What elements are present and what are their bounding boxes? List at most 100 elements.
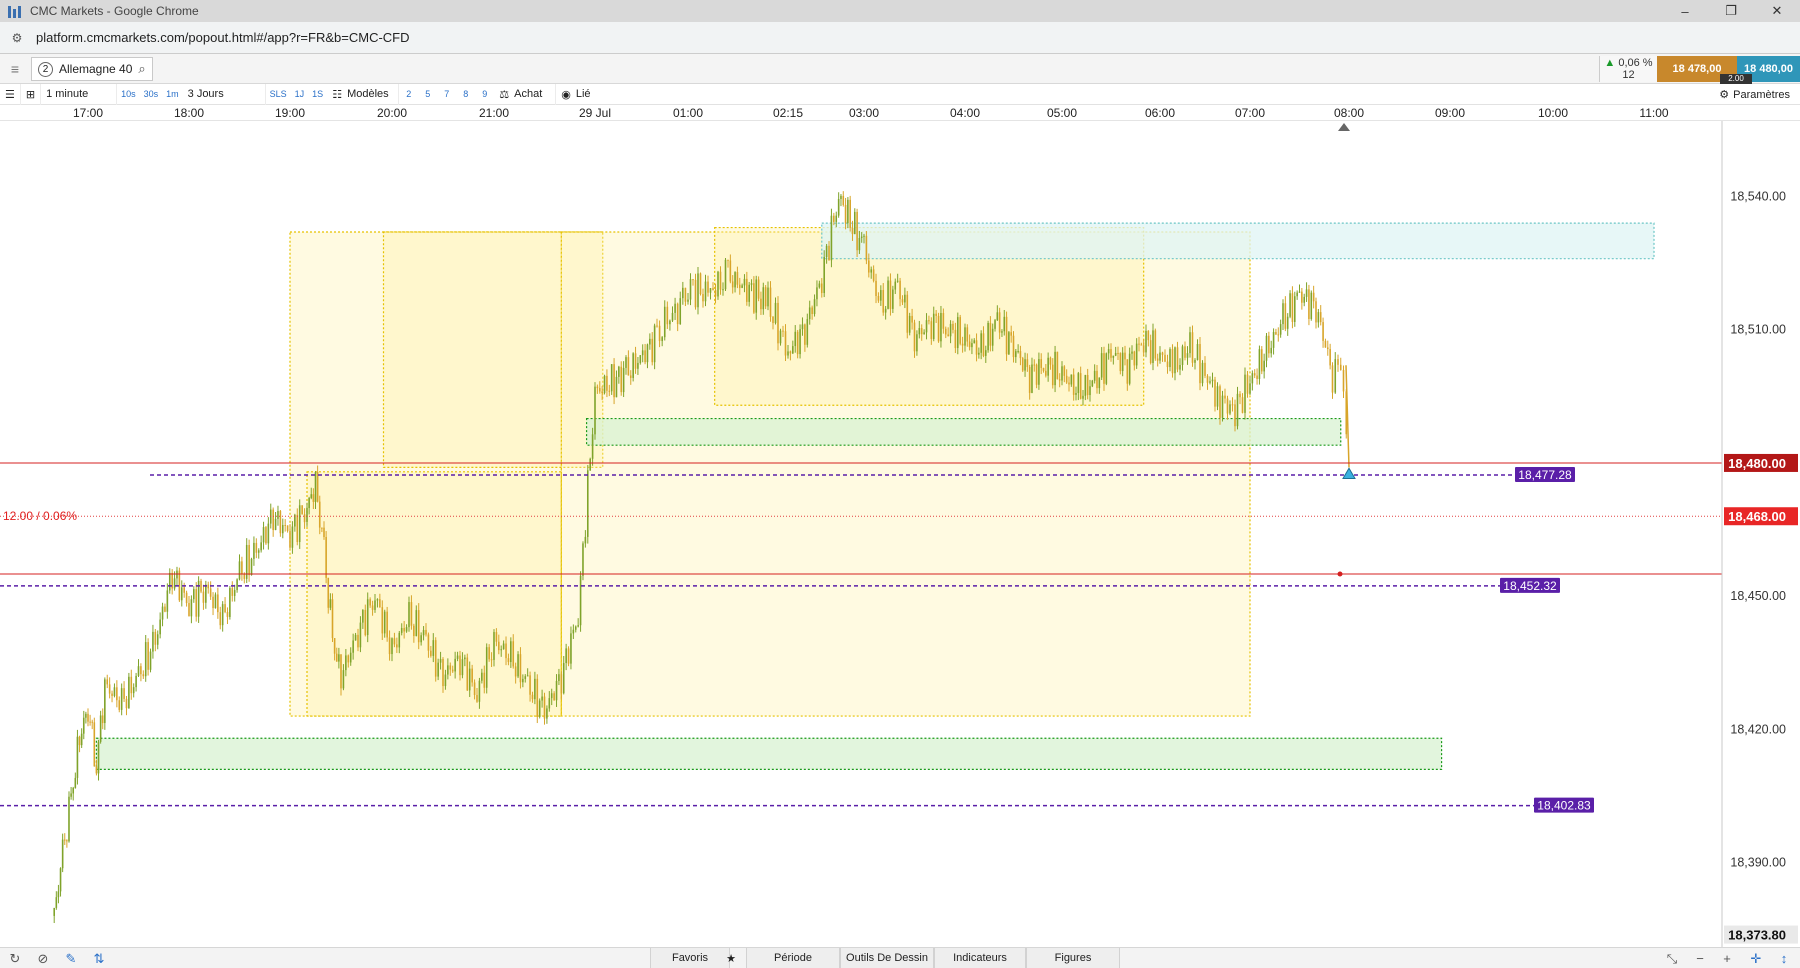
candle-body [190, 599, 193, 617]
candle-body [1128, 353, 1131, 384]
cursor-arrows-icon[interactable]: ⇅ [90, 950, 108, 967]
candle-body [66, 840, 68, 842]
candle-body [1061, 366, 1063, 381]
settings-button[interactable]: ⚙ Paramètres [1719, 84, 1790, 105]
quick-model-7[interactable]: 7 [437, 84, 456, 105]
pencil-icon[interactable]: ✎ [62, 950, 80, 967]
period-1m[interactable]: 1m [162, 84, 183, 105]
candle-body [830, 215, 833, 261]
quick-model-9[interactable]: 9 [475, 84, 494, 105]
interval-dropdown[interactable]: 1 minute [41, 83, 118, 105]
candle-body [558, 674, 560, 681]
vertical-crosshair-icon[interactable]: ↕ [1775, 950, 1793, 967]
candle-body [1277, 334, 1280, 336]
zoom-in-icon[interactable]: + [1718, 950, 1736, 967]
fit-chart-icon[interactable]: ⤡ [1663, 950, 1681, 967]
list-view-icon[interactable]: ☰ [0, 83, 21, 105]
candle-body [1289, 293, 1291, 317]
zone-cyan[interactable] [821, 222, 1655, 260]
candle-body [782, 330, 784, 332]
minimize-button[interactable]: – [1662, 0, 1708, 22]
candle-body [444, 674, 447, 687]
close-window-button[interactable]: ✕ [1754, 0, 1800, 22]
candle-body [820, 283, 823, 294]
candle-body [1305, 289, 1308, 297]
candle-body [1117, 352, 1119, 354]
period-10s[interactable]: 10s [117, 84, 140, 105]
candle-body [1279, 324, 1282, 335]
candle-body [91, 721, 94, 723]
candle-body [272, 509, 274, 531]
candle-body [1140, 344, 1143, 346]
candle-body [1308, 289, 1310, 319]
candle-body [543, 696, 546, 719]
cancel-icon[interactable]: ⊘ [34, 950, 52, 967]
candle-body [813, 299, 816, 315]
site-info-icon[interactable]: ⚙ [6, 27, 28, 49]
candle-body [937, 315, 940, 342]
zoom-out-icon[interactable]: − [1691, 950, 1709, 967]
tab-periode[interactable]: Période [746, 948, 840, 968]
search-icon[interactable]: ⌕ [138, 61, 145, 77]
candle-body [823, 257, 825, 294]
candle-body [156, 634, 159, 645]
tab-figures[interactable]: Figures [1026, 948, 1120, 968]
tab-outils-de-dessin[interactable]: Outils De Dessin [840, 948, 934, 968]
candle-body [584, 536, 587, 544]
restore-button[interactable]: ❐ [1708, 0, 1754, 22]
candle-body [357, 634, 359, 648]
buy-mode-button[interactable]: ⚖ Achat [494, 83, 557, 105]
candle-body [1246, 374, 1249, 394]
period-30s[interactable]: 30s [140, 84, 163, 105]
candle-body [159, 619, 161, 635]
candle-body [961, 343, 964, 346]
current-price-marker-icon[interactable] [1342, 467, 1356, 479]
mode-1j[interactable]: 1J [291, 84, 309, 105]
candle-body [505, 643, 507, 659]
candle-body [1105, 353, 1108, 384]
linked-button[interactable]: ◉ Lié [556, 84, 601, 105]
tab-indicateurs[interactable]: Indicateurs [934, 948, 1026, 968]
candle-body [727, 259, 729, 261]
candle-body [1164, 354, 1166, 362]
refresh-icon[interactable]: ↻ [6, 950, 24, 967]
layout-grid-icon[interactable]: ⊞ [21, 83, 42, 105]
crosshair-icon[interactable]: ✛ [1747, 950, 1765, 967]
zone-green[interactable] [585, 417, 1342, 446]
candle-body [400, 627, 403, 633]
candle-body [76, 736, 79, 778]
alert-dot[interactable] [1337, 571, 1343, 577]
zone-green[interactable] [95, 737, 1443, 770]
candle-body [176, 570, 178, 579]
candle-body [140, 666, 142, 675]
mode-1s[interactable]: 1S [308, 84, 327, 105]
quick-model-2[interactable]: 2 [399, 84, 418, 105]
hamburger-menu-icon[interactable]: ≡ [4, 60, 26, 78]
instrument-selector[interactable]: 2 Allemagne 40 ⌕ [31, 57, 153, 81]
models-button[interactable]: ☷ Modèles [327, 83, 400, 105]
candle-body [1082, 395, 1084, 399]
candle-body [427, 634, 430, 651]
candle-body [454, 658, 456, 672]
star-icon[interactable]: ★ [716, 948, 746, 968]
mode-sls[interactable]: SLS [266, 84, 291, 105]
candle-body [729, 260, 732, 282]
url-text[interactable]: platform.cmcmarkets.com/popout.html#/app… [36, 30, 410, 45]
candle-body [925, 320, 928, 333]
quick-model-8[interactable]: 8 [456, 84, 475, 105]
candle-body [618, 366, 620, 377]
candle-body [180, 587, 183, 601]
price-chart[interactable]: 18,477.28 18,452.32 18,402.83 12.00 / 0.06%… [0, 121, 1800, 947]
candle-body [93, 722, 96, 767]
range-dropdown[interactable]: 3 Jours [183, 83, 266, 105]
candle-body [920, 328, 923, 335]
candle-body [882, 290, 885, 313]
candle-body [899, 280, 901, 300]
candle-body [101, 715, 104, 724]
candle-body [447, 665, 449, 675]
candle-body [529, 675, 531, 695]
time-tick-label: 09:00 [1434, 106, 1466, 120]
candle-body [1234, 404, 1236, 427]
quick-model-5[interactable]: 5 [418, 84, 437, 105]
candle-body [853, 211, 856, 235]
